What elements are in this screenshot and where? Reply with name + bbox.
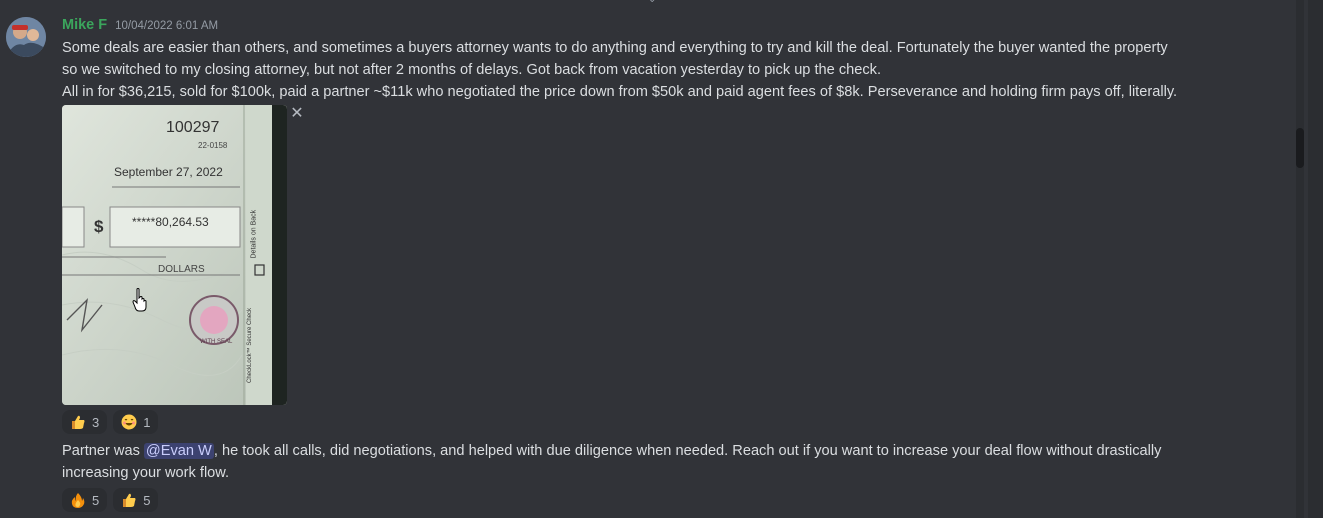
chat-view: ⌄ Mike F 10/04/2022 6:01 AM Some deals a… [0, 0, 1323, 518]
message2-line-2: increasing your work flow. [62, 465, 230, 481]
check-date: September 27, 2022 [114, 165, 223, 179]
check-routing-number: 22-0158 [198, 141, 228, 150]
reaction-count: 3 [92, 414, 100, 430]
check-seal-text: WITH SEAL [200, 339, 233, 345]
reaction-smiling-face[interactable]: 1 [113, 410, 159, 434]
hand-cursor-icon [132, 288, 147, 312]
reactions-bar: 3 1 [62, 410, 159, 434]
check-amount: *****80,264.53 [132, 215, 209, 229]
user-mention[interactable]: @Evan W [143, 443, 214, 459]
smiling-face-icon [121, 414, 137, 430]
check-number: 100297 [166, 119, 220, 136]
message-line-3: All in for $36,215, sold for $100k, paid… [62, 84, 1178, 100]
timestamp: 10/04/2022 6:01 AM [115, 20, 219, 32]
message-line-1: Some deals are easier than others, and s… [62, 40, 1168, 56]
check-side-text: Details on Back [250, 209, 258, 259]
thumbs-up-icon [72, 415, 85, 429]
reactions-bar: 5 5 [62, 488, 159, 512]
message2-prefix: Partner was [62, 443, 144, 459]
reaction-count: 1 [143, 414, 151, 430]
check-vertical-text: CheckLock™ Secure Check [247, 307, 253, 383]
reaction-count: 5 [92, 492, 100, 508]
message2-text: , he took all calls, did negotiations, a… [213, 443, 1162, 459]
scrollbar-track[interactable] [1296, 0, 1304, 518]
username[interactable]: Mike F [62, 17, 107, 33]
message2-line-1: Partner was @Evan W, he took all calls, … [62, 440, 1242, 462]
check-image-attachment[interactable]: 100297 22-0158 September 27, 2022 $ ****… [62, 105, 287, 405]
top-caret-icon: ⌄ [648, 0, 656, 5]
message-line-2: so we switched to my closing attorney, b… [62, 62, 882, 78]
remove-embed-close-icon[interactable]: ✕ [289, 106, 305, 122]
avatar[interactable] [6, 17, 46, 57]
scrollbar-thumb[interactable] [1296, 128, 1304, 168]
fire-icon [71, 493, 85, 508]
reaction-fire[interactable]: 5 [62, 488, 108, 512]
check-dollars-label: DOLLARS [158, 264, 205, 275]
thumbs-up-icon [123, 493, 136, 507]
message-header: Mike F 10/04/2022 6:01 AM [62, 17, 218, 35]
check-dollar-sign: $ [94, 217, 104, 236]
reaction-thumbs-up[interactable]: 3 [62, 410, 108, 434]
right-edge-panel [1308, 0, 1323, 518]
reaction-thumbs-up[interactable]: 5 [113, 488, 159, 512]
reaction-count: 5 [143, 492, 151, 508]
